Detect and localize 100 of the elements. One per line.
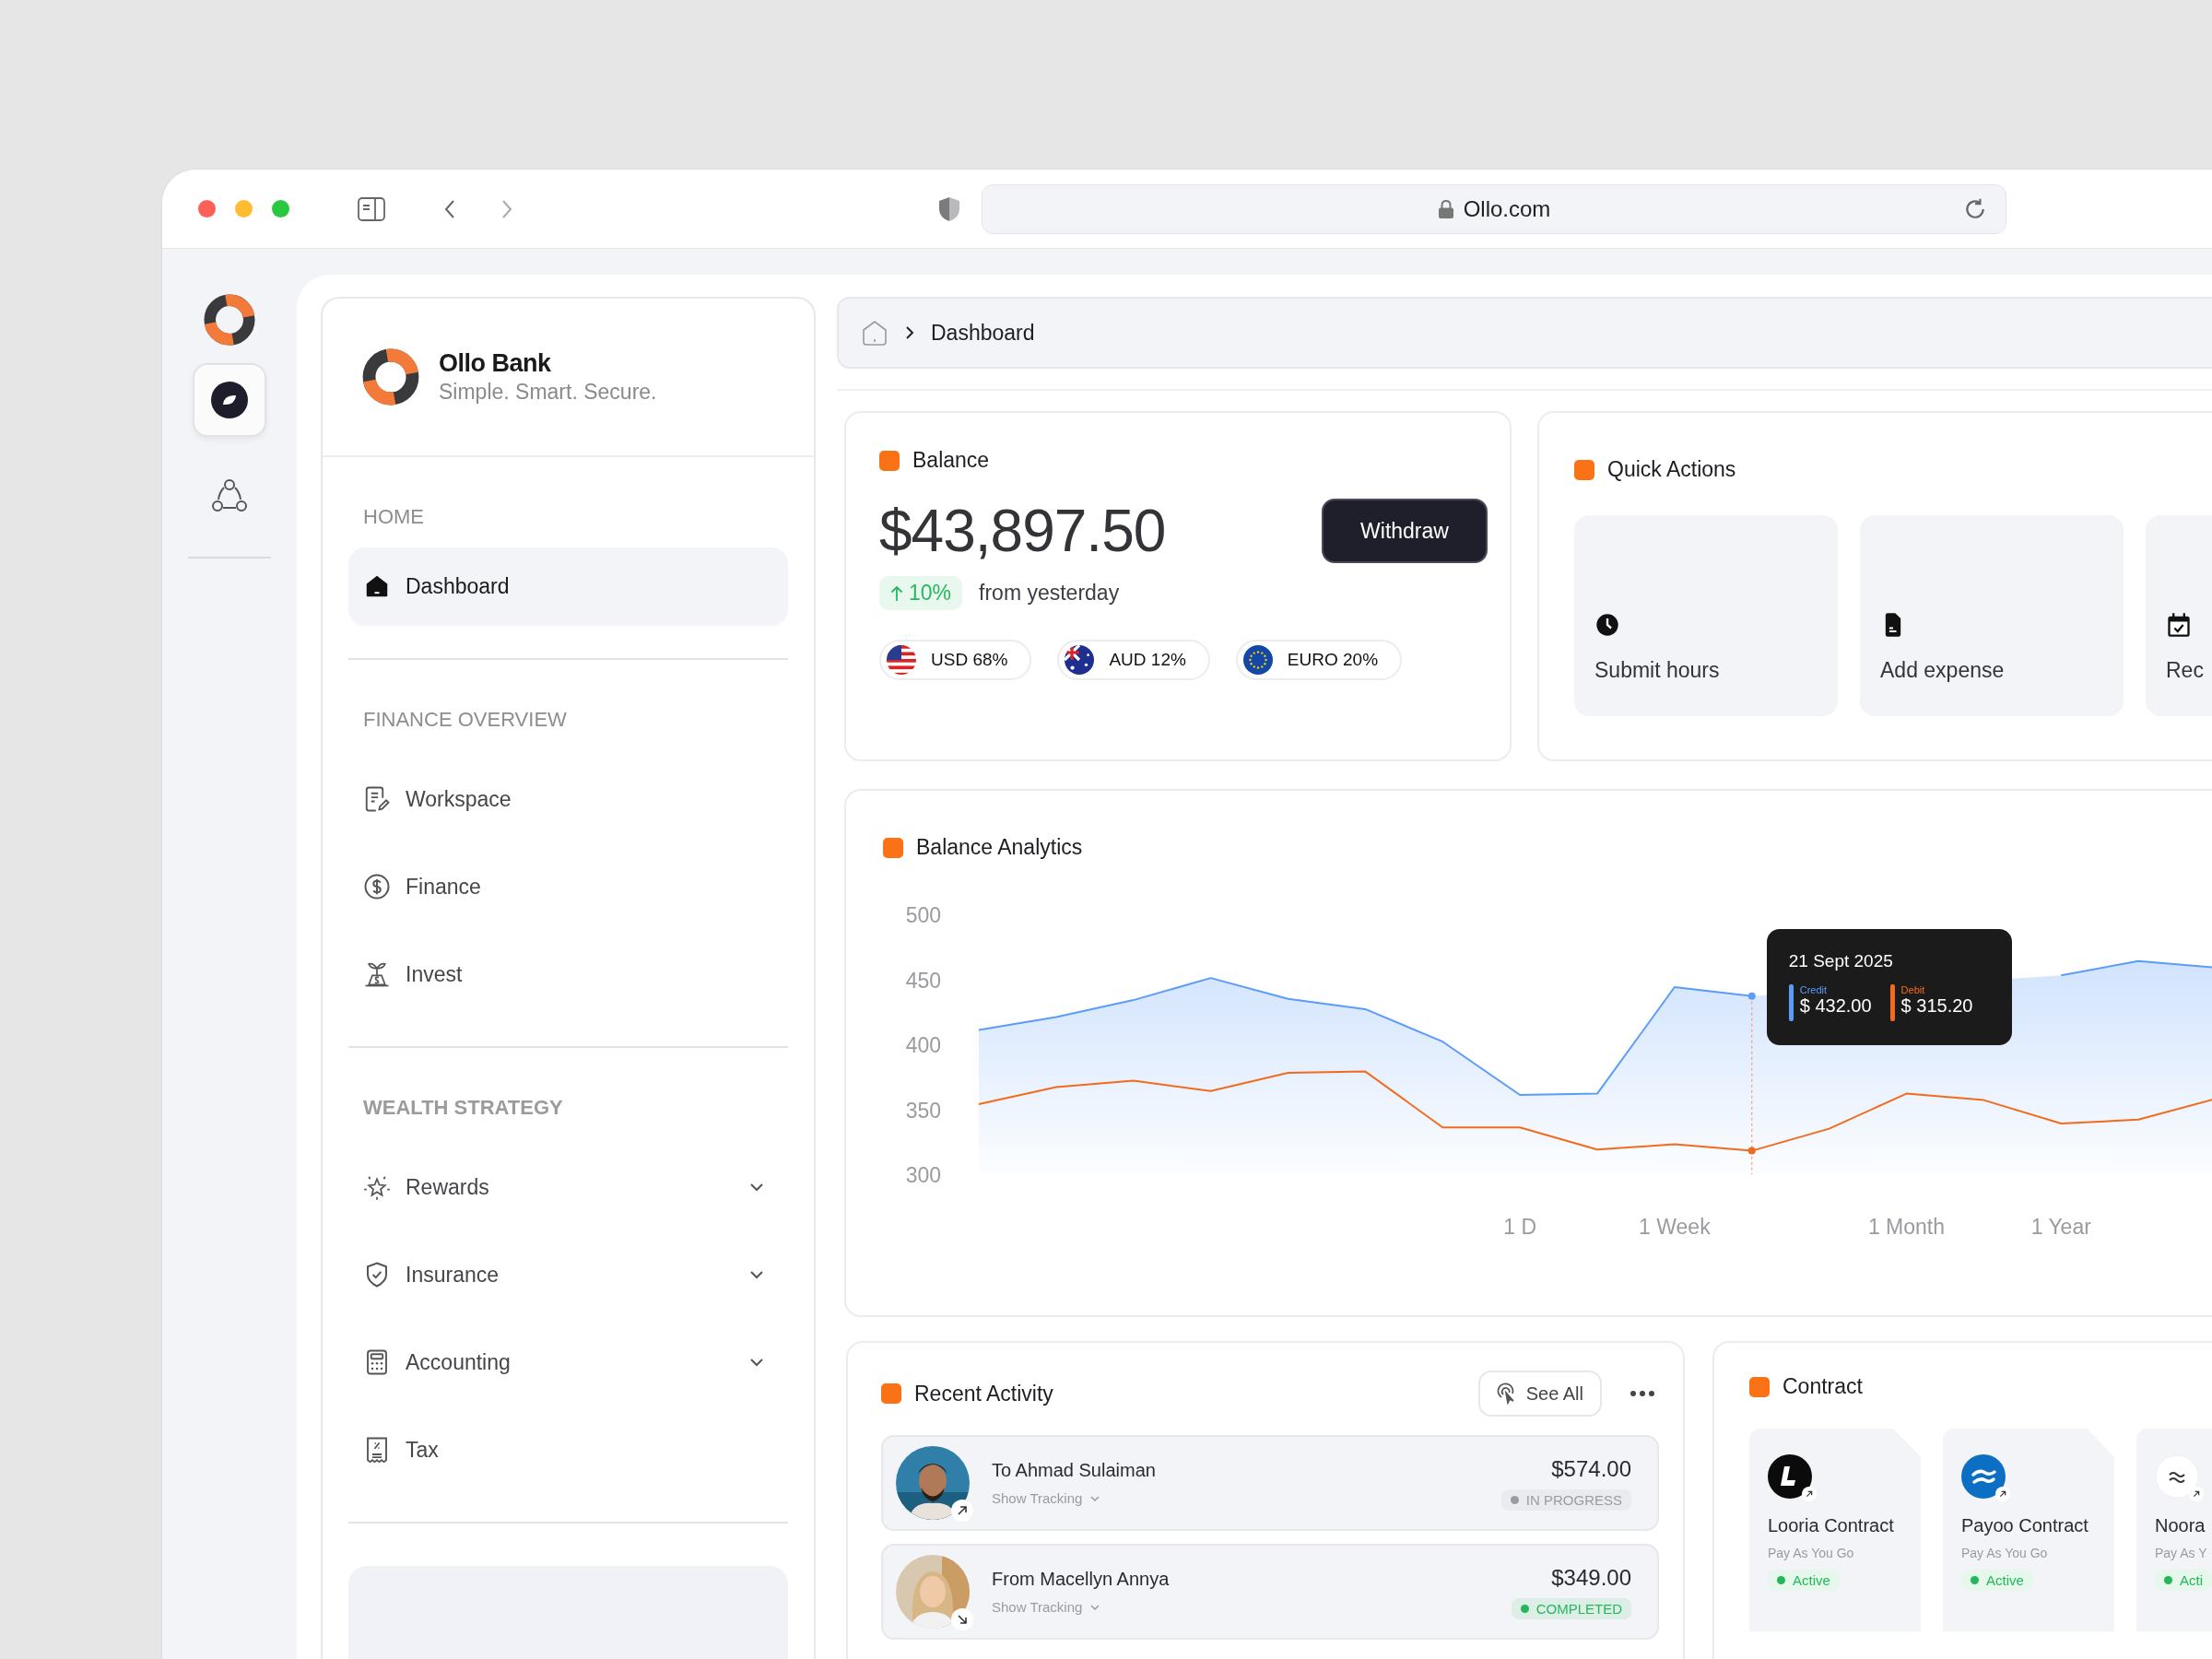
card-title: Balance — [912, 448, 990, 473]
transaction-name: From Macellyn Annya — [992, 1569, 1171, 1590]
x-axis-label: 1 Week — [1639, 1215, 1711, 1239]
card-title: Contract — [1783, 1374, 1863, 1399]
currency-pill[interactable]: USD 68% — [879, 640, 1032, 680]
logo-icon — [361, 347, 420, 406]
balance-amount: $43,897.50 — [879, 497, 1166, 565]
currency-pill[interactable]: AUD 12% — [1057, 640, 1210, 680]
sidebar-toggle-icon[interactable] — [358, 196, 385, 221]
data-point-marker — [1747, 992, 1756, 1000]
quick-action-tile[interactable]: Add expense — [1860, 515, 2124, 716]
lock-icon — [1437, 198, 1454, 219]
shield-icon[interactable] — [938, 195, 960, 222]
x-axis-label: 1 D — [1503, 1215, 1536, 1239]
contract-tile[interactable]: Payoo Contract Pay As You Go Active — [1943, 1429, 2114, 1631]
breadcrumb-item[interactable]: Dashboard — [931, 320, 1035, 346]
arrow-up-right-icon — [2189, 1487, 2204, 1501]
contract-name: Payoo Contract — [1961, 1515, 2089, 1536]
sidebar-item[interactable]: Accounting — [348, 1324, 788, 1401]
contract-tile[interactable]: Noora Pay As Y Acti — [2136, 1429, 2212, 1631]
flag-icon — [1242, 645, 1273, 675]
contract-name: Looria Contract — [1768, 1515, 1895, 1536]
tooltip-value: $ 315.20 — [1900, 995, 1973, 1017]
arrow-up-right-icon — [1995, 1487, 2010, 1501]
url-text: Ollo.com — [1463, 195, 1551, 222]
y-axis-label: 400 — [905, 1033, 941, 1057]
arrow-down-right-icon — [951, 1608, 973, 1630]
logo-icon — [1961, 1454, 2006, 1499]
y-axis-label: 300 — [905, 1163, 941, 1187]
flag-icon — [887, 645, 916, 675]
card-title: Quick Actions — [1607, 457, 1736, 482]
quick-action-tile[interactable]: Rec — [2146, 515, 2212, 716]
activity-row[interactable]: To Ahmad Sulaiman Show Tracking $574.00 IN PROGRESS — [881, 1435, 1659, 1531]
transaction-amount: $574.00 — [1551, 1455, 1631, 1482]
address-bar[interactable]: Ollo.com — [982, 183, 2006, 234]
x-axis-label: 1 Month — [1867, 1215, 1946, 1239]
status-badge: Active — [1768, 1570, 1840, 1591]
tooltip-label: Debit — [1900, 984, 1926, 995]
change-note: from yesterday — [979, 581, 1120, 606]
square-icon — [881, 1383, 901, 1404]
brand-name: Ollo Bank — [439, 349, 552, 378]
tooltip-date: 21 Sept 2025 — [1788, 951, 1894, 971]
see-all-button[interactable]: See All — [1477, 1371, 1602, 1417]
status-badge: COMPLETED — [1511, 1597, 1631, 1619]
sidebar-item[interactable]: Invest — [348, 935, 788, 1013]
rail-item[interactable] — [193, 363, 266, 437]
contract-plan: Pay As You Go — [1768, 1546, 1855, 1560]
arrow-up-right-icon — [1802, 1487, 1817, 1501]
y-axis-label: 450 — [905, 968, 941, 993]
dollar-icon — [363, 873, 391, 900]
brand-tagline: Simple. Smart. Secure. — [439, 380, 657, 405]
card-title: Balance Analytics — [916, 835, 1083, 860]
sidebar-item[interactable]: Tax — [348, 1411, 788, 1488]
status-badge: Acti — [2155, 1570, 2212, 1591]
y-axis-label: 350 — [905, 1098, 941, 1123]
reload-icon[interactable] — [1963, 196, 1987, 221]
document-icon — [363, 785, 391, 813]
change-badge: 10% — [879, 576, 963, 610]
data-point-marker — [1747, 1147, 1756, 1155]
tooltip-value: $ 432.00 — [1799, 995, 1872, 1017]
contract-plan: Pay As You Go — [1961, 1546, 2049, 1560]
square-icon — [883, 837, 903, 858]
sidebar-item[interactable]: Workspace — [348, 760, 788, 838]
logo-icon — [203, 293, 256, 347]
arrow-up-right-icon — [951, 1500, 973, 1522]
x-axis-label: 1 Year — [2030, 1215, 2091, 1239]
tooltip-label: Credit — [1799, 984, 1829, 995]
logo-icon — [1768, 1454, 1812, 1499]
activity-row[interactable]: From Macellyn Annya Show Tracking $349.00 COMPLETED — [881, 1544, 1659, 1640]
square-icon — [879, 450, 900, 471]
contract-tile[interactable]: Looria Contract Pay As You Go Active — [1749, 1429, 1921, 1631]
flag-icon — [1065, 645, 1095, 675]
card-title: Recent Activity — [914, 1381, 1053, 1406]
home-icon[interactable] — [861, 319, 888, 347]
square-icon — [1749, 1376, 1770, 1397]
quick-action-tile[interactable]: Submit hours — [1574, 515, 1838, 716]
transaction-amount: $349.00 — [1551, 1564, 1631, 1591]
y-axis-label: 500 — [905, 903, 941, 927]
section-title: FINANCE OVERVIEW — [362, 708, 568, 732]
chevron-down-icon — [1089, 1603, 1101, 1611]
transaction-name: To Ahmad Sulaiman — [992, 1460, 1157, 1481]
currency-pill[interactable]: EURO 20% — [1235, 640, 1403, 680]
more-icon[interactable] — [1630, 1390, 1655, 1397]
chevron-down-icon — [1089, 1494, 1101, 1502]
sidebar-item[interactable]: Finance — [348, 848, 788, 925]
section-title: WEALTH STRATEGY — [362, 1096, 564, 1120]
clock-icon — [1594, 612, 1620, 638]
back-icon[interactable] — [444, 198, 455, 219]
sidebar-item[interactable]: Dashboard — [348, 547, 788, 625]
network-icon — [211, 477, 248, 514]
sidebar-item[interactable]: Insurance — [348, 1236, 788, 1313]
close-button[interactable] — [198, 200, 216, 218]
contract-name: Noora — [2155, 1515, 2206, 1536]
section-title: HOME — [362, 505, 425, 529]
status-badge: IN PROGRESS — [1500, 1488, 1631, 1511]
sidebar-item[interactable]: Rewards — [348, 1148, 788, 1226]
withdraw-button[interactable]: Withdraw — [1322, 499, 1488, 563]
chevron-right-icon — [905, 325, 914, 340]
contract-plan: Pay As Y — [2155, 1546, 2208, 1560]
status-badge: Active — [1961, 1570, 2033, 1591]
